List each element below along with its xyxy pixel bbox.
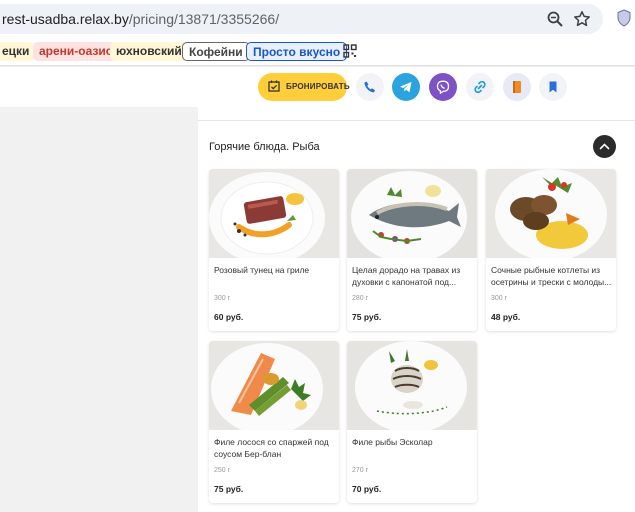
calendar-check-icon [268, 80, 280, 92]
dish-photo [347, 341, 477, 433]
dish-weight: 300 г [214, 295, 231, 302]
favorite-button[interactable] [539, 73, 567, 101]
browser-toolbar: rest-usadba.relax.by/pricing/13871/33552… [0, 0, 635, 38]
phone-button[interactable] [356, 73, 384, 101]
dish-card[interactable]: Филе рыбы Эсколар 270 г 70 руб. [347, 341, 477, 503]
dish-card[interactable]: Филе лосося со спаржей под соусом Бер-бл… [209, 341, 339, 503]
menu-panel: Горячие блюда. Рыба Розовый тунец на гри… [198, 107, 635, 512]
url-path: /pricing/13871/3355266/ [128, 11, 280, 27]
tuna-dish-image [209, 169, 339, 264]
dish-price: 48 руб. [491, 312, 521, 322]
dish-photo [347, 169, 477, 263]
url-host: rest-usadba.relax.by [2, 11, 129, 27]
address-bar[interactable]: rest-usadba.relax.by/pricing/13871/33552… [0, 4, 603, 34]
bookmark-item[interactable]: ецки [0, 42, 36, 61]
dish-card[interactable]: Целая дорадо на травах из духовки с капо… [347, 169, 477, 331]
book-button[interactable]: БРОНИРОВАТЬ [258, 73, 350, 101]
star-bookmark-icon[interactable] [573, 10, 591, 28]
chevron-up-icon [599, 143, 610, 150]
url-text[interactable]: rest-usadba.relax.by/pricing/13871/33552… [2, 11, 279, 27]
bookmark-item[interactable]: арени-оазис [33, 42, 119, 61]
book-button-label: БРОНИРОВАТЬ [286, 82, 350, 91]
bookmark-icon [549, 81, 557, 93]
left-gutter [0, 107, 198, 512]
dish-name: Розовый тунец на гриле [214, 265, 310, 275]
bookmark-item[interactable]: юхновский [110, 42, 188, 61]
dish-name: Филе лосося со спаржей под соусом Бер-бл… [214, 437, 329, 459]
bookmark-item[interactable]: Просто вкусно [246, 42, 348, 61]
collapse-button[interactable] [593, 135, 616, 158]
dish-photo [209, 341, 339, 435]
menu-book-icon [513, 81, 521, 93]
escolar-dish-image [347, 341, 477, 433]
dish-price: 75 руб. [352, 312, 382, 322]
dish-card[interactable]: Сочные рыбные котлеты из осетрины и трес… [486, 169, 616, 331]
dish-name: Филе рыбы Эсколар [352, 437, 433, 447]
extension-shield-icon[interactable] [617, 9, 631, 27]
dish-name: Целая дорадо на травах из духовки с капо… [352, 265, 461, 287]
share-link-button[interactable] [466, 73, 494, 101]
dish-weight: 250 г [214, 467, 231, 474]
menu-book-button[interactable] [503, 73, 531, 101]
salmon-dish-image [209, 341, 339, 435]
telegram-button[interactable] [392, 73, 420, 101]
fish-cutlets-dish-image [486, 169, 616, 261]
dish-card[interactable]: Розовый тунец на гриле 300 г 60 руб. [209, 169, 339, 331]
dish-photo [486, 169, 616, 261]
dish-price: 75 руб. [214, 484, 244, 494]
phone-icon [364, 81, 375, 93]
divider [198, 120, 635, 121]
page-header: БРОНИРОВАТЬ [0, 67, 635, 107]
dish-weight: 280 г [352, 295, 369, 302]
zoom-icon[interactable] [546, 10, 564, 28]
apps-grid-icon[interactable] [343, 44, 357, 58]
bookmarks-bar: ецки арени-оазис юхновский Кофейни Прост… [0, 38, 635, 66]
dish-weight: 300 г [491, 295, 508, 302]
viber-button[interactable] [429, 73, 457, 101]
dish-name: Сочные рыбные котлеты из осетрины и трес… [491, 265, 612, 287]
bookmark-item[interactable]: Кофейни [182, 42, 250, 61]
telegram-icon [400, 82, 412, 93]
section-title: Горячие блюда. Рыба [209, 141, 320, 153]
dorado-dish-image [347, 169, 477, 263]
dish-price: 60 руб. [214, 312, 244, 322]
dish-weight: 270 г [352, 467, 369, 474]
viber-icon [436, 80, 450, 94]
dish-photo [209, 169, 339, 264]
link-icon [474, 80, 486, 94]
dish-price: 70 руб. [352, 484, 382, 494]
